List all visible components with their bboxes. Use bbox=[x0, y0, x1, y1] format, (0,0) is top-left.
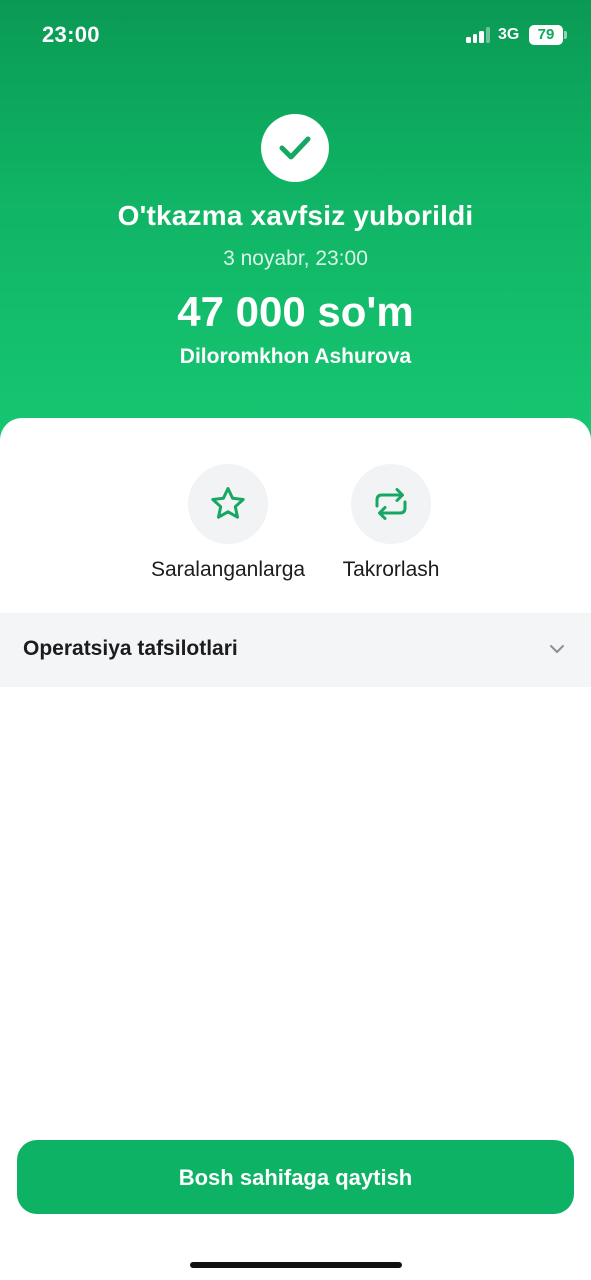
success-badge bbox=[261, 114, 329, 182]
favorite-label: Saralanganlarga bbox=[150, 558, 306, 581]
battery-cap bbox=[564, 31, 567, 39]
repeat-transfer-button[interactable]: Takrorlash bbox=[311, 464, 471, 582]
add-to-favorites-button[interactable]: Saralanganlarga bbox=[148, 464, 308, 582]
battery-level: 79 bbox=[537, 26, 555, 43]
repeat-icon-circle[interactable] bbox=[351, 464, 431, 544]
success-header: 23:00 3G 79 O'tkazma xavfsiz yuborildi 3… bbox=[0, 0, 591, 460]
repeat-icon bbox=[375, 488, 407, 520]
back-to-home-button[interactable]: Bosh sahifaga qaytish bbox=[17, 1140, 574, 1214]
operation-details-title: Operatsiya tafsilotlari bbox=[23, 637, 238, 660]
signal-strength-icon bbox=[466, 27, 492, 43]
battery-icon: 79 bbox=[529, 25, 563, 45]
favorite-icon-circle[interactable] bbox=[188, 464, 268, 544]
recipient-name: Diloromkhon Ashurova bbox=[179, 345, 412, 368]
star-icon bbox=[211, 487, 245, 519]
network-type: 3G bbox=[498, 26, 520, 43]
transfer-date: 3 noyabr, 23:00 bbox=[223, 247, 368, 270]
repeat-label: Takrorlash bbox=[342, 558, 440, 581]
home-indicator bbox=[190, 1262, 402, 1268]
check-icon bbox=[279, 136, 311, 160]
status-time: 23:00 bbox=[42, 22, 100, 47]
operation-details-toggle[interactable]: Operatsiya tafsilotlari bbox=[0, 613, 591, 687]
transfer-amount: 47 000 so'm bbox=[177, 288, 414, 335]
status-bar: 23:00 3G 79 bbox=[0, 0, 591, 72]
transfer-status-title: O'tkazma xavfsiz yuborildi bbox=[117, 200, 474, 231]
chevron-down-icon bbox=[550, 645, 564, 653]
